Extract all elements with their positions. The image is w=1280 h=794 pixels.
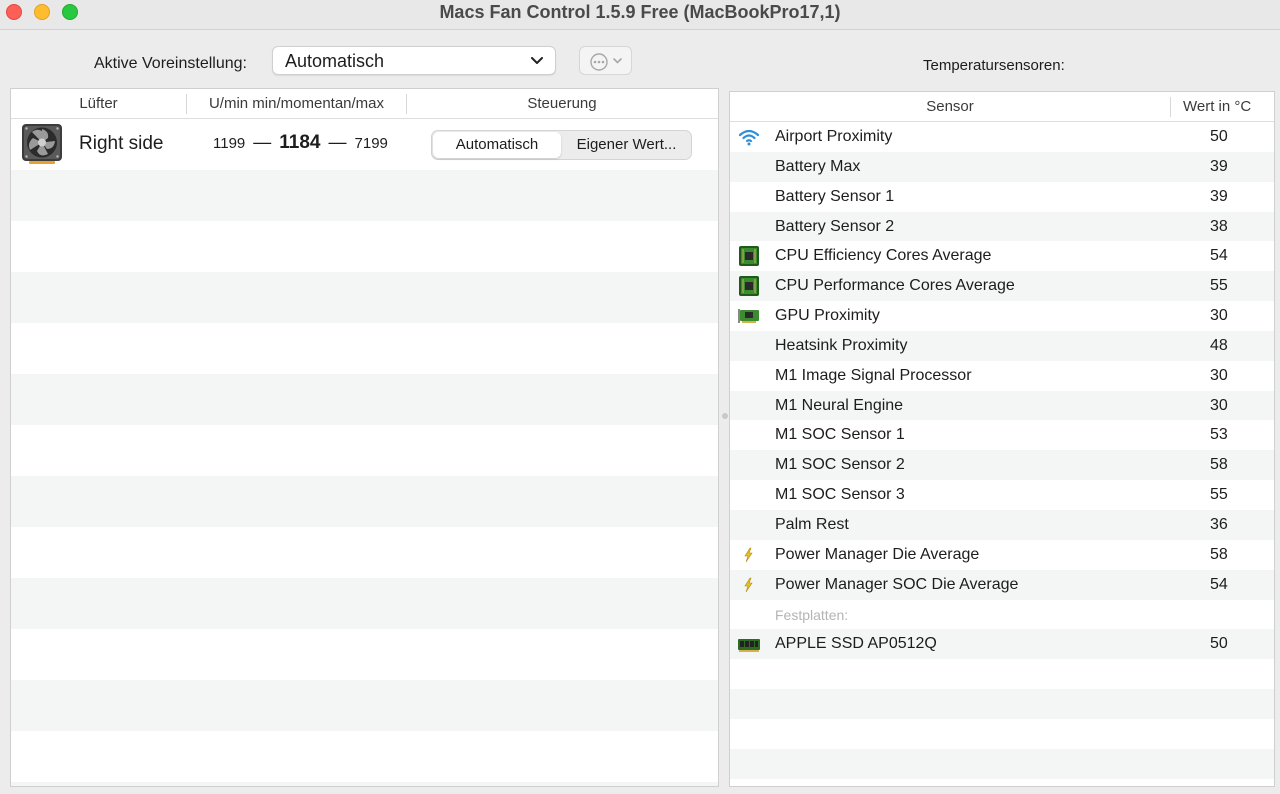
sensor-row[interactable]: Power Manager SOC Die Average 54 <box>730 569 1274 600</box>
more-actions-button[interactable] <box>579 46 632 75</box>
sensor-name: Battery Max <box>775 157 861 175</box>
sensor-rows: Airport Proximity 50 Battery Max 39 Battery … <box>730 122 1274 779</box>
sensor-value: 39 <box>1210 187 1228 205</box>
fan-rpm-current: 1184 <box>279 132 321 153</box>
fan-icon <box>22 124 62 164</box>
cpu-chip-icon <box>738 246 760 267</box>
fan-table: Lüfter U/min min/momentan/max Steuerung <box>10 88 719 787</box>
preset-label: Aktive Voreinstellung: <box>94 55 247 72</box>
sensor-value: 38 <box>1210 217 1228 235</box>
sensor-name: Power Manager Die Average <box>775 545 980 563</box>
column-header-sensor[interactable]: Sensor <box>730 98 1170 115</box>
sensor-empty-row <box>730 748 1274 779</box>
column-header-fan[interactable]: Lüfter <box>11 95 186 112</box>
sensor-name: M1 Image Signal Processor <box>775 366 972 384</box>
fan-table-background <box>11 119 718 786</box>
column-divider[interactable] <box>1170 97 1171 117</box>
lightning-icon <box>738 575 760 595</box>
sensor-row[interactable]: Palm Rest 36 <box>730 509 1274 540</box>
lightning-icon <box>738 545 760 565</box>
sensor-group-header[interactable]: Festplatten: <box>730 600 1274 630</box>
fan-name: Right side <box>79 133 164 154</box>
cpu-chip-icon <box>738 276 760 297</box>
column-header-value[interactable]: Wert in °C <box>1183 98 1251 115</box>
sensor-name: CPU Efficiency Cores Average <box>775 247 992 265</box>
fan-control-custom-button[interactable]: Eigener Wert... <box>563 132 690 158</box>
fan-control-segmented: Automatisch Eigener Wert... <box>431 130 692 160</box>
sensor-value: 36 <box>1210 515 1228 533</box>
title-bar: Macs Fan Control 1.5.9 Free (MacBookPro1… <box>0 0 1280 30</box>
sensor-name: Power Manager SOC Die Average <box>775 575 1019 593</box>
sensor-row[interactable]: Battery Max 39 <box>730 151 1274 182</box>
sensor-row[interactable]: CPU Performance Cores Average 55 <box>730 271 1274 302</box>
sensor-name: Airport Proximity <box>775 128 893 145</box>
sensor-value: 30 <box>1210 396 1228 414</box>
sensor-name: M1 SOC Sensor 3 <box>775 486 905 504</box>
chevron-down-icon <box>613 58 622 64</box>
sensor-name: Battery Sensor 1 <box>775 187 895 205</box>
sensor-row[interactable]: M1 Neural Engine 30 <box>730 390 1274 421</box>
sensor-value: 48 <box>1210 336 1228 354</box>
sensor-value: 50 <box>1210 128 1228 145</box>
sensor-row[interactable]: Battery Sensor 1 39 <box>730 182 1274 212</box>
sensor-value: 54 <box>1210 575 1228 593</box>
sensor-row[interactable]: M1 SOC Sensor 1 53 <box>730 420 1274 450</box>
sensor-empty-row <box>730 659 1274 689</box>
fan-row[interactable]: Right side 1199 — 1184 — 7199 Automatisc… <box>11 119 718 170</box>
sensor-value: 30 <box>1210 307 1228 325</box>
sensor-row[interactable]: Heatsink Proximity 48 <box>730 330 1274 361</box>
sensor-name: Heatsink Proximity <box>775 336 908 354</box>
sensors-section-title: Temperatursensoren: <box>923 57 1065 74</box>
sensor-empty-row <box>730 719 1274 749</box>
window-title: Macs Fan Control 1.5.9 Free (MacBookPro1… <box>439 2 841 22</box>
sensor-table-header: Sensor Wert in °C <box>730 92 1274 122</box>
sensor-row[interactable]: Airport Proximity 50 <box>730 122 1274 152</box>
sensor-empty-row <box>730 689 1274 719</box>
column-header-control[interactable]: Steuerung <box>407 95 717 112</box>
sensor-group-label: Festplatten: <box>775 606 849 623</box>
ellipsis-circle-icon <box>590 53 608 71</box>
sensor-value: 30 <box>1210 366 1228 384</box>
sensor-name: APPLE SSD AP0512Q <box>775 635 937 653</box>
sensor-name: M1 SOC Sensor 1 <box>775 426 905 444</box>
sensor-row[interactable]: GPU Proximity 30 <box>730 301 1274 331</box>
sensor-value: 55 <box>1210 486 1228 504</box>
preset-selected-value: Automatisch <box>285 51 385 71</box>
sensor-name: CPU Performance Cores Average <box>775 277 1015 295</box>
sensor-name: Palm Rest <box>775 515 849 533</box>
sensor-row[interactable]: M1 Image Signal Processor 30 <box>730 361 1274 391</box>
sensor-value: 54 <box>1210 247 1228 265</box>
split-view-divider[interactable] <box>722 413 728 419</box>
sensor-row[interactable]: APPLE SSD AP0512Q 50 <box>730 629 1274 660</box>
sensor-row[interactable]: CPU Efficiency Cores Average 54 <box>730 241 1274 271</box>
fan-table-header: Lüfter U/min min/momentan/max Steuerung <box>11 89 718 119</box>
sensor-row[interactable]: M1 SOC Sensor 2 58 <box>730 450 1274 481</box>
sensor-name: M1 SOC Sensor 2 <box>775 456 905 474</box>
sensor-row[interactable]: Power Manager Die Average 58 <box>730 540 1274 570</box>
sensor-row[interactable]: M1 SOC Sensor 3 55 <box>730 480 1274 510</box>
sensor-value: 50 <box>1210 635 1228 653</box>
fan-control-auto-button[interactable]: Automatisch <box>433 132 561 158</box>
sensor-table: Sensor Wert in °C Airport Proximity 50 Bat… <box>729 91 1275 787</box>
fan-rpm-readout: 1199 — 1184 — 7199 <box>213 132 388 153</box>
gpu-card-icon <box>738 306 760 326</box>
sensor-value: 58 <box>1210 456 1228 474</box>
sensor-row[interactable]: Battery Sensor 2 38 <box>730 211 1274 242</box>
sensor-value: 58 <box>1210 545 1228 563</box>
sensor-name: GPU Proximity <box>775 307 880 325</box>
wifi-icon <box>738 127 760 147</box>
sensor-name: Battery Sensor 2 <box>775 217 895 235</box>
preset-select[interactable]: Automatisch <box>272 46 556 75</box>
chevron-down-icon <box>531 57 543 64</box>
ssd-icon <box>738 634 760 654</box>
sensor-name: M1 Neural Engine <box>775 396 904 414</box>
sensor-value: 39 <box>1210 157 1228 175</box>
sensor-value: 55 <box>1210 277 1228 295</box>
sensor-value: 53 <box>1210 426 1228 444</box>
fan-rpm-min: 1199 <box>213 135 246 152</box>
column-header-rpm[interactable]: U/min min/momentan/max <box>187 95 406 112</box>
fan-rpm-max: 7199 <box>354 135 388 152</box>
